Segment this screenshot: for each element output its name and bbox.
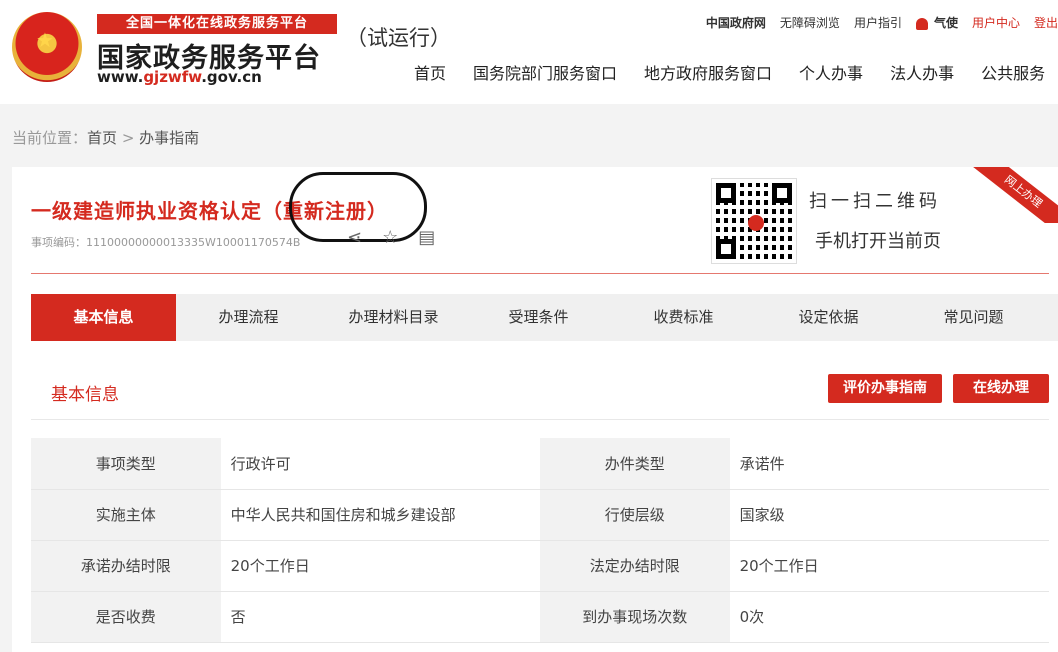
document-icon[interactable]: ▤ [418,227,435,248]
table-value: 中华人民共和国住房和城乡建设部 [220,489,540,541]
qr-code [711,178,797,264]
corner-ribbon: 网上办理 [972,167,1058,223]
qr-finder [716,239,736,259]
guide-card: 一级建造师执业资格认定（重新注册） 事项编码：11100000000013335… [12,167,1058,652]
table-value: 国家级 [729,489,1049,541]
section-title: 基本信息 [51,385,119,405]
qr-finder [772,183,792,203]
table-value: 20个工作日 [220,540,540,592]
table-row: 承诺办结时限 20个工作日 法定办结时限 20个工作日 [31,540,1049,592]
national-emblem-logo: ★ [12,12,82,82]
table-label: 承诺办结时限 [31,540,221,592]
platform-url: www.gjzwfw.gov.cn [97,68,262,86]
site-header: ★ 全国一体化在线政务服务平台 国家政务服务平台 www.gjzwfw.gov.… [0,0,1058,104]
nav-local-gov[interactable]: 地方政府服务窗口 [644,60,772,84]
platform-banner: 全国一体化在线政务服务平台 [97,14,337,34]
nav-state-council[interactable]: 国务院部门服务窗口 [473,60,617,84]
tab-materials[interactable]: 办理材料目录 [321,294,466,341]
user-icon [915,17,928,30]
table-row: 实施主体 中华人民共和国住房和城乡建设部 行使层级 国家级 [31,489,1049,541]
table-value: 承诺件 [729,438,1049,490]
trial-label: （试运行） [346,26,451,50]
qr-logo [748,215,764,231]
tab-fees[interactable]: 收费标准 [611,294,756,341]
guide-tabs: 基本信息 办理流程 办理材料目录 受理条件 收费标准 设定依据 常见问题 [31,294,1058,341]
user-name-link[interactable]: 气使 [915,14,958,31]
evaluate-guide-button[interactable]: 评价办事指南 [828,374,942,403]
user-guide-link[interactable]: 用户指引 [854,14,902,31]
item-code: 事项编码：11100000000013335W10001170574B [31,236,301,249]
table-label: 实施主体 [31,489,221,541]
qr-caption: 扫一扫二维码 [809,191,941,212]
nav-legal-person[interactable]: 法人办事 [890,60,954,84]
tab-conditions[interactable]: 受理条件 [466,294,611,341]
tab-faq[interactable]: 常见问题 [901,294,1046,341]
tab-process[interactable]: 办理流程 [176,294,321,341]
table-value: 0次 [729,591,1049,643]
table-label: 法定办结时限 [539,540,730,592]
breadcrumb: 当前位置：首页 > 办事指南 [12,129,200,147]
item-actions: ⋖ ☆ ▤ [347,227,455,248]
nav-home[interactable]: 首页 [414,60,446,84]
table-label: 办件类型 [539,438,730,490]
tab-basic-info[interactable]: 基本信息 [31,294,176,341]
table-row: 是否收费 否 到办事现场次数 0次 [31,591,1049,643]
accessibility-link[interactable]: 无障碍浏览 [780,14,840,31]
table-value: 行政许可 [220,438,540,490]
gov-site-link[interactable]: 中国政府网 [706,14,766,31]
table-label: 行使层级 [539,489,730,541]
table-row: 事项类型 行政许可 办件类型 承诺件 [31,438,1049,490]
online-apply-button[interactable]: 在线办理 [953,374,1049,403]
breadcrumb-home[interactable]: 首页 [87,129,117,147]
breadcrumb-current: 办事指南 [139,129,200,147]
table-value: 否 [220,591,540,643]
nav-public-service[interactable]: 公共服务 [981,60,1045,84]
table-label: 到办事现场次数 [539,591,730,643]
nav-personal[interactable]: 个人办事 [799,60,863,84]
table-label: 事项类型 [31,438,221,490]
basic-info-table: 事项类型 行政许可 办件类型 承诺件 实施主体 中华人民共和国住房和城乡建设部 … [31,438,1049,643]
share-icon[interactable]: ⋖ [347,227,362,248]
section-divider [31,419,1049,420]
qr-finder [716,183,736,203]
user-center-link[interactable]: 用户中心 [972,14,1020,31]
table-label: 是否收费 [31,591,221,643]
top-links: 中国政府网 无障碍浏览 用户指引 气使 用户中心 登出 [692,14,1058,31]
logout-link[interactable]: 登出 [1034,14,1058,31]
main-nav: 首页 国务院部门服务窗口 地方政府服务窗口 个人办事 法人办事 公共服务 [414,60,1058,84]
divider [31,273,1049,274]
star-icon[interactable]: ☆ [382,227,398,248]
tab-basis[interactable]: 设定依据 [756,294,901,341]
table-value: 20个工作日 [729,540,1049,592]
qr-subcaption: 手机打开当前页 [815,231,941,252]
